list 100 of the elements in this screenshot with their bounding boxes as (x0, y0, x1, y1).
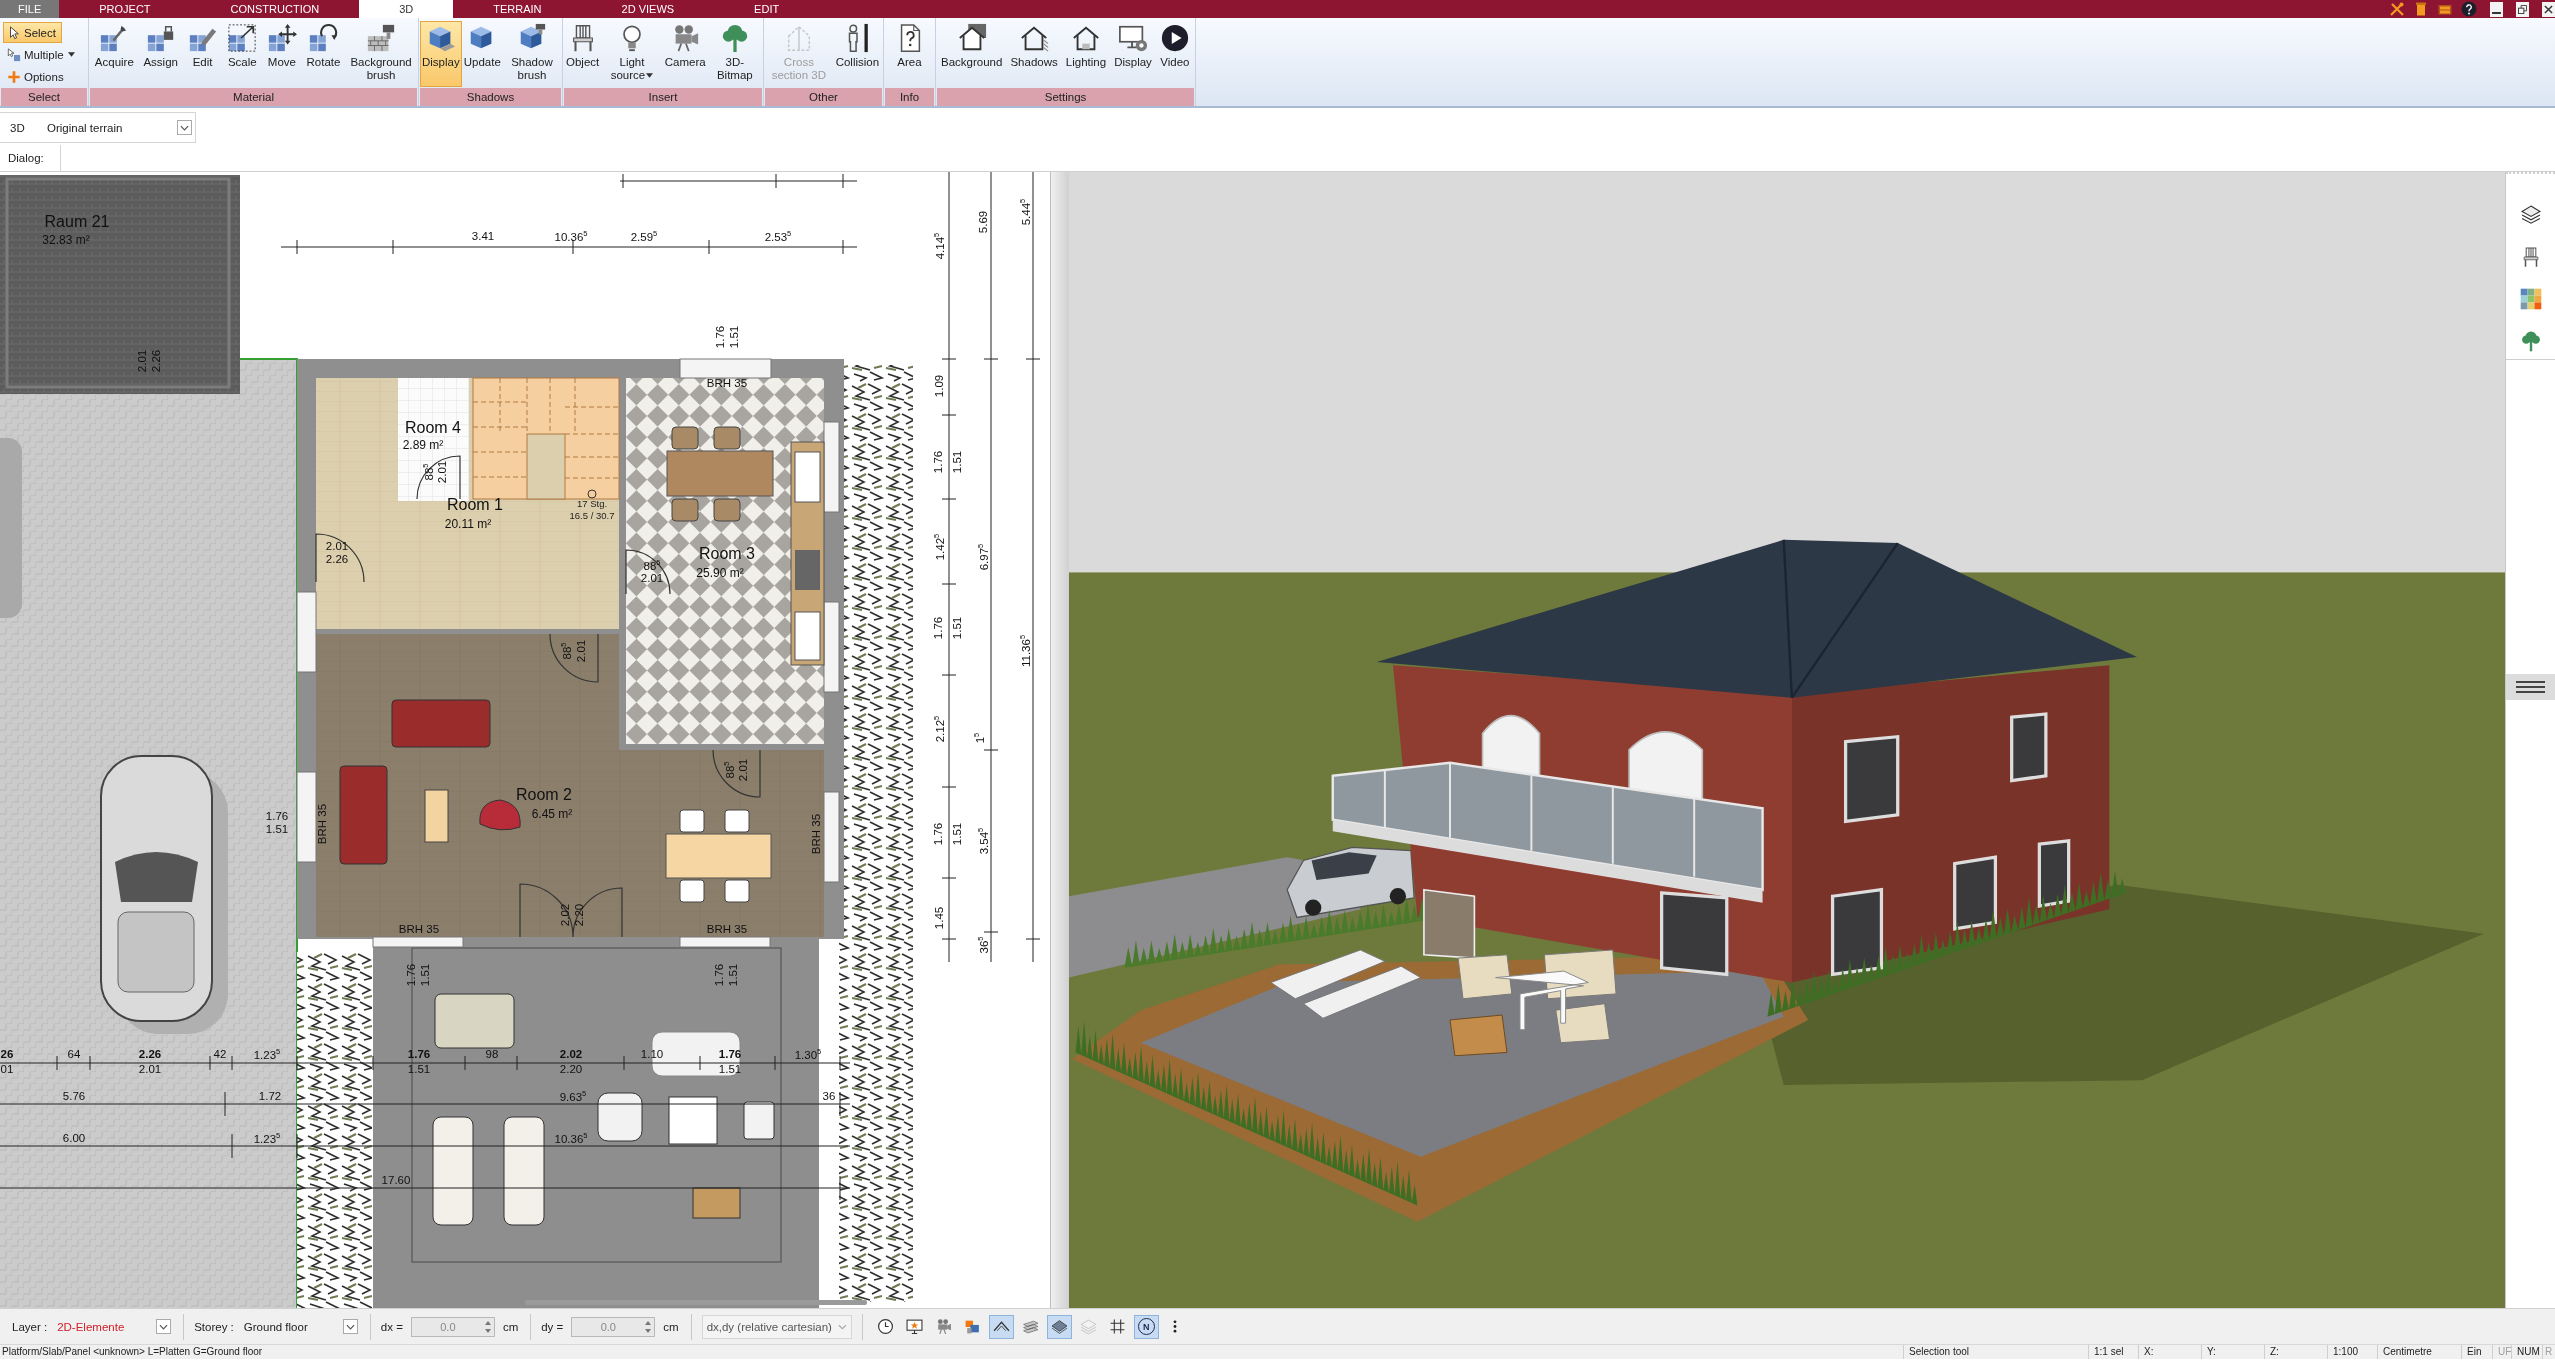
dimension-label: 2.01 (738, 758, 750, 782)
ribbon-button[interactable]: Update (461, 21, 503, 87)
ribbon-button[interactable]: Assign (141, 21, 180, 87)
dimension-label: 1.51 (729, 325, 741, 349)
status-cell: 1:100 (2327, 1345, 2377, 1359)
ribbon-button[interactable]: Scale (225, 21, 260, 87)
room-name: Room 3 (699, 546, 755, 562)
side-chair (743, 1101, 775, 1140)
tree-icon[interactable] (2519, 330, 2542, 352)
help-icon[interactable] (2461, 1, 2477, 17)
layer-select[interactable]: 2D-Elemente (55, 1314, 174, 1339)
dimension-label: 1.76 (933, 450, 945, 474)
dimension-label: 1.76 (718, 1049, 742, 1061)
colored-boxes-icon (963, 1318, 981, 1335)
dimension-label: 1.51 (420, 963, 432, 987)
tools-icon[interactable] (2389, 1, 2405, 17)
dimension-label: 1.23$^{5}$ (253, 1048, 281, 1062)
dimension-label: 1.51 (718, 1064, 742, 1076)
paint-bucket-icon (145, 23, 176, 53)
ribbon-button[interactable]: Video (1157, 21, 1192, 87)
room-area: 25.90 m² (696, 567, 744, 579)
dimension-label: 3.41 (471, 231, 495, 243)
ribbon-button[interactable]: Area (892, 21, 927, 87)
storey-select[interactable]: Ground floor (241, 1314, 360, 1339)
ribbon-button[interactable]: Move (264, 21, 299, 87)
dimension-label: BRH 35 (706, 924, 748, 936)
menu-tab[interactable]: CONSTRUCTION (190, 0, 360, 18)
view-toggle-button[interactable] (988, 1314, 1014, 1339)
ribbon-button[interactable]: Display (420, 21, 462, 87)
multiple-selection-icon (7, 47, 21, 62)
dimension-label: 1.76 (715, 325, 727, 349)
dimension-label: 2.02 (560, 903, 572, 927)
ribbon-group-label: Info (885, 88, 934, 106)
door-swing (315, 533, 365, 583)
ribbon-button[interactable]: Background (939, 21, 1005, 87)
ribbon-group-label: Shadows (420, 88, 561, 106)
ribbon-button[interactable]: Options (3, 66, 70, 87)
dimension-label: 1.76 (933, 616, 945, 640)
chevron-down-icon (837, 1323, 847, 1330)
menu-tab[interactable]: EDIT (714, 0, 820, 18)
ribbon-button[interactable]: Background brush (348, 21, 415, 87)
dimension-label: 1.51 (728, 963, 740, 987)
panel-handle[interactable] (2506, 674, 2555, 700)
layers-icon[interactable] (2519, 204, 2542, 226)
close-button[interactable] (2542, 1, 2555, 17)
ribbon-button[interactable]: Acquire (92, 21, 136, 87)
dimension-label: 1.09 (934, 374, 946, 398)
menu-tab[interactable]: PROJECT (59, 0, 191, 18)
dimension-label: 5.69 (978, 210, 990, 234)
dimension-label: 88$^{5}$ (643, 559, 661, 573)
menu-tab[interactable]: 3D (359, 0, 454, 18)
ribbon-button[interactable]: Multiple (3, 44, 81, 65)
north-toggle-button[interactable]: N (1133, 1314, 1159, 1339)
window (2010, 712, 2048, 783)
view-toggle-button[interactable] (1046, 1314, 1072, 1339)
door-swing (549, 633, 599, 683)
ribbon-button[interactable]: Edit (185, 21, 220, 87)
dimension-label: 1.76 (406, 963, 418, 987)
scrollbar-thumb[interactable] (525, 1300, 867, 1305)
dimension-label: BRH 35 (398, 924, 440, 936)
status-message: Platform/Slab/Panel <unknown> L=Platten G=Ground floor (1, 1345, 264, 1359)
armchair (1457, 954, 1513, 1000)
brick-brush-icon (366, 23, 397, 53)
menu-tab[interactable]: FILE (0, 0, 60, 18)
ribbon-button[interactable]: Light source (601, 21, 663, 87)
chevron-down-icon (345, 1323, 355, 1330)
minimize-button[interactable] (2490, 1, 2503, 17)
ribbon-button[interactable]: Lighting (1063, 21, 1109, 87)
restore-icon (2518, 4, 2527, 14)
ribbon-button[interactable]: Shadow brush (502, 21, 561, 87)
box-icon[interactable] (2413, 1, 2429, 17)
dimension-label: 17.60 (381, 1175, 411, 1187)
ribbon-button[interactable]: Collision (833, 21, 882, 87)
ribbon-group-label: Settings (937, 88, 1194, 106)
storey-label: Storey : (194, 1320, 234, 1333)
ribbon-button[interactable]: Rotate (304, 21, 343, 87)
dining-chair (713, 498, 741, 522)
dining-chair (671, 426, 699, 450)
caret-icon (646, 73, 654, 79)
garden-chair (1423, 888, 1476, 959)
ribbon-button[interactable]: 3D-Bitmap (707, 21, 762, 87)
menu-tab[interactable]: TERRAIN (453, 0, 582, 18)
more-vertical-icon (1173, 1320, 1178, 1333)
menu-tab[interactable]: 2D VIEWS (581, 0, 715, 18)
minimize-icon (2492, 11, 2501, 14)
status-cell: Y: (2201, 1345, 2264, 1359)
ribbon-button[interactable]: Object (564, 21, 602, 87)
ribbon-group-label: Insert (564, 88, 762, 106)
coffee-table (424, 789, 449, 843)
palette-grid-icon[interactable] (2519, 288, 2542, 310)
room-name: Room 4 (405, 420, 461, 436)
terrain-select[interactable]: Original terrain (40, 115, 195, 140)
ribbon-button[interactable]: Display (1112, 21, 1154, 87)
ribbon-button[interactable]: Shadows (1008, 21, 1060, 87)
ribbon-button[interactable]: Camera (662, 21, 708, 87)
dining-chair (713, 426, 741, 450)
window (2037, 839, 2071, 908)
dimension-label: 1.51 (952, 616, 964, 640)
ribbon-button[interactable]: Select (3, 22, 62, 43)
restore-button[interactable] (2516, 1, 2529, 17)
